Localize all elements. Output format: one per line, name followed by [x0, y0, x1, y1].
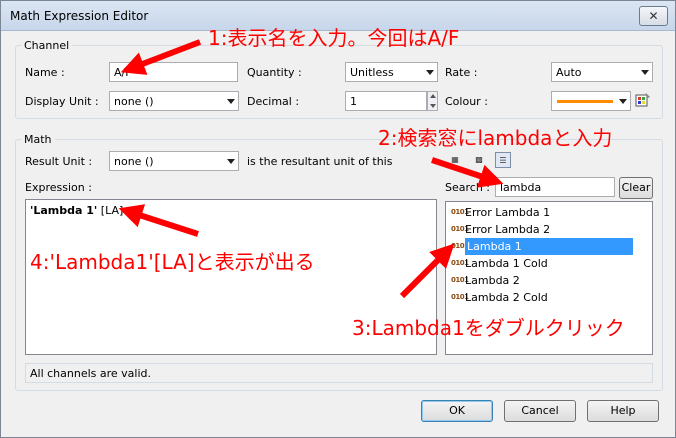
channel-icon: 0101: [451, 242, 469, 250]
decimal-input[interactable]: 1: [345, 91, 427, 111]
annotation-step-4: 4:'Lambda1'[LA]と表示が出る: [30, 250, 315, 274]
channel-icon: 0101: [451, 276, 469, 284]
annotation-step-2: 2:検索窓にlambdaと入力: [378, 126, 613, 150]
channel-icon: 0101: [451, 259, 469, 267]
cancel-button[interactable]: Cancel: [504, 400, 576, 422]
chevron-down-icon: [227, 159, 235, 164]
list-view-icon[interactable]: ☰: [495, 152, 511, 168]
decimal-spinner[interactable]: [427, 91, 438, 111]
decimal-label: Decimal :: [247, 95, 300, 108]
quantity-label: Quantity :: [247, 66, 302, 79]
group-view-icon[interactable]: ▩: [471, 152, 487, 168]
spin-up-icon: [430, 94, 436, 98]
expression-unit-token: [LA]: [97, 204, 124, 217]
math-group-label: Math: [21, 133, 55, 146]
search-input[interactable]: lambda: [495, 177, 615, 197]
spin-down-icon: [430, 104, 436, 108]
tree-view-icon[interactable]: ▦: [447, 152, 463, 168]
chevron-down-icon: [641, 70, 649, 75]
list-item-label: Error Lambda 1: [465, 206, 551, 219]
display-unit-value: none (): [114, 95, 154, 108]
list-item-label: Lambda 2: [465, 274, 520, 287]
display-unit-label: Display Unit :: [25, 95, 99, 108]
channel-icon: 0101: [451, 293, 469, 301]
list-item[interactable]: 0101Error Lambda 1: [451, 204, 636, 221]
rate-label: Rate :: [445, 66, 478, 79]
ok-button[interactable]: OK: [421, 400, 493, 422]
rate-value: Auto: [556, 66, 582, 79]
annotation-step-1: 1:表示名を入力。今回はA/F: [208, 26, 460, 50]
list-item[interactable]: 0101Error Lambda 2: [451, 221, 636, 238]
chevron-down-icon: [426, 70, 434, 75]
list-item-selected[interactable]: 0101Lambda 1: [451, 238, 636, 255]
name-input[interactable]: A/F: [109, 62, 238, 82]
help-button[interactable]: Help: [587, 400, 659, 422]
result-unit-note: is the resultant unit of this: [247, 155, 393, 168]
colour-swatch: [557, 100, 613, 103]
math-expression-editor-window: Math Expression Editor ✕ Channel Name : …: [0, 0, 676, 438]
search-label: Search :: [445, 181, 490, 194]
colour-label: Colour :: [445, 95, 488, 108]
list-item[interactable]: 0101Lambda 1 Cold: [451, 255, 636, 272]
list-item[interactable]: 0101Lambda 2: [451, 272, 636, 289]
list-item[interactable]: 0101Lambda 2 Cold: [451, 289, 636, 306]
channel-group-label: Channel: [21, 39, 73, 52]
colour-palette-icon[interactable]: [635, 92, 651, 108]
list-item-label: Error Lambda 2: [465, 223, 551, 236]
list-item-label: Lambda 1: [465, 238, 633, 255]
window-title: Math Expression Editor: [10, 9, 149, 23]
result-unit-label: Result Unit :: [25, 155, 93, 168]
display-unit-dropdown[interactable]: none (): [109, 91, 239, 111]
channel-icon: 0101: [451, 225, 469, 233]
list-item-label: Lambda 2 Cold: [465, 291, 548, 304]
close-button[interactable]: ✕: [639, 6, 668, 26]
quantity-value: Unitless: [350, 66, 394, 79]
annotation-step-3: 3:Lambda1をダブルクリック: [352, 316, 625, 340]
chevron-down-icon: [227, 99, 235, 104]
result-unit-value: none (): [114, 155, 154, 168]
expression-label: Expression :: [25, 181, 92, 194]
chevron-down-icon: [619, 99, 627, 104]
rate-dropdown[interactable]: Auto: [551, 62, 653, 82]
name-label: Name :: [25, 66, 65, 79]
quantity-dropdown[interactable]: Unitless: [345, 62, 438, 82]
list-item-label: Lambda 1 Cold: [465, 257, 548, 270]
result-unit-dropdown[interactable]: none (): [109, 151, 239, 171]
expression-channel-token: 'Lambda 1': [30, 204, 98, 217]
channel-icon: 0101: [451, 208, 469, 216]
clear-button[interactable]: Clear: [619, 177, 653, 199]
status-bar: All channels are valid.: [25, 363, 653, 383]
